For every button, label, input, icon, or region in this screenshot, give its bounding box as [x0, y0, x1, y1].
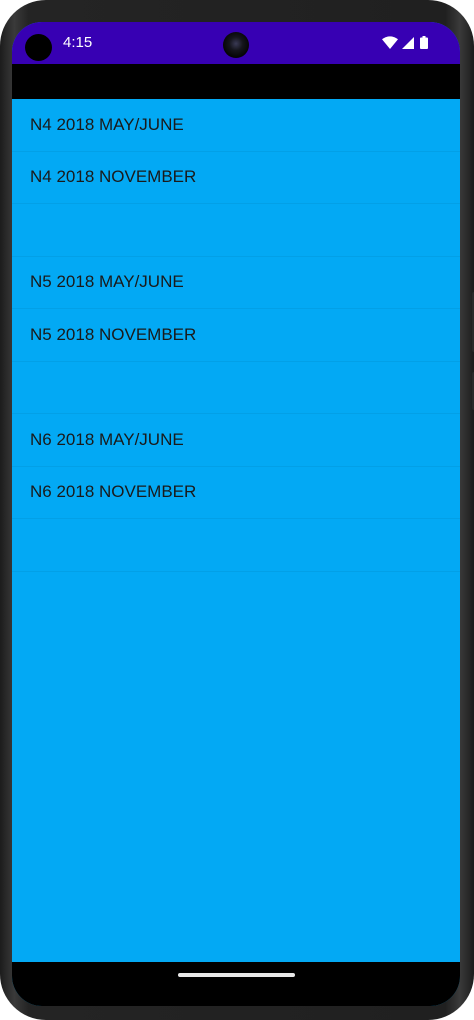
battery-icon [420, 36, 428, 49]
status-bar: 4:15 [12, 22, 460, 64]
list-item[interactable] [12, 362, 460, 414]
front-camera [223, 32, 249, 58]
list-item[interactable]: N5 2018 MAY/JUNE [12, 257, 460, 309]
status-icons [382, 36, 434, 50]
list-item[interactable]: N5 2018 NOVEMBER [12, 309, 460, 362]
status-time: 4:15 [63, 34, 93, 51]
home-gesture-handle[interactable] [178, 973, 295, 977]
camera-cutout-left [25, 34, 52, 61]
list-item[interactable]: N4 2018 NOVEMBER [12, 152, 460, 204]
navigation-bar [12, 962, 460, 1006]
list-item[interactable] [12, 204, 460, 257]
screen: 4:15 N4 2018 MAY/JUNE N4 2018 NOVEMBER N… [12, 22, 460, 1006]
phone-frame: 4:15 N4 2018 MAY/JUNE N4 2018 NOVEMBER N… [0, 0, 474, 1020]
cellular-signal-icon [402, 37, 414, 49]
list-item[interactable]: N6 2018 NOVEMBER [12, 467, 460, 519]
exam-paper-list: N4 2018 MAY/JUNE N4 2018 NOVEMBER N5 201… [12, 99, 460, 572]
wifi-icon [382, 36, 398, 49]
app-toolbar [12, 64, 460, 99]
list-item[interactable]: N6 2018 MAY/JUNE [12, 414, 460, 467]
list-item[interactable] [12, 519, 460, 572]
list-item[interactable]: N4 2018 MAY/JUNE [12, 99, 460, 152]
